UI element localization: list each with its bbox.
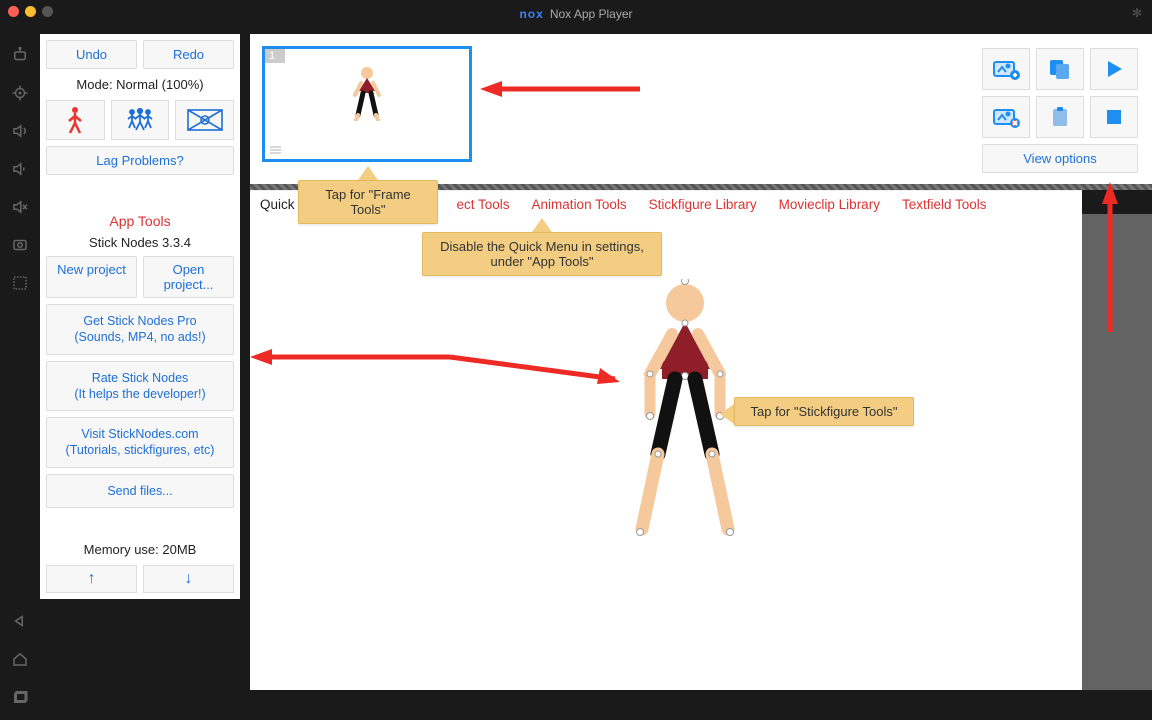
tooltip-stickfigure: Tap for "Stickfigure Tools" — [734, 397, 914, 426]
scroll-up-button[interactable]: ↑ — [46, 565, 137, 593]
home-icon[interactable] — [11, 650, 29, 668]
volume-down-icon[interactable] — [11, 160, 29, 178]
close-icon[interactable] — [8, 6, 19, 17]
tab-project-tools[interactable]: ect Tools — [457, 197, 510, 212]
undo-button[interactable]: Undo — [46, 40, 137, 69]
tooltip-frame: Tap for "Frame Tools" — [298, 180, 438, 224]
tab-quick-menu[interactable]: Quick — [260, 197, 295, 212]
mode-group[interactable] — [111, 100, 170, 140]
delete-frame-button[interactable] — [982, 96, 1030, 138]
robot-icon[interactable] — [11, 46, 29, 64]
settings-icon[interactable]: ✻ — [1132, 6, 1142, 20]
recents-icon[interactable] — [11, 688, 29, 706]
tab-animation-tools[interactable]: Animation Tools — [532, 197, 627, 212]
left-panel: Undo Redo Mode: Normal (100%) — [40, 34, 240, 599]
right-controls: View options — [982, 48, 1144, 173]
open-project-button[interactable]: Open project... — [143, 256, 234, 298]
frame-menu-icon[interactable] — [269, 145, 285, 155]
version-label: Stick Nodes 3.3.4 — [46, 235, 234, 250]
annotation-arrow — [1100, 182, 1120, 332]
mode-camera[interactable] — [175, 100, 234, 140]
frame-number: 1 — [265, 49, 285, 63]
screenshot-icon[interactable] — [11, 236, 29, 254]
mode-stickfigure[interactable] — [46, 100, 105, 140]
get-pro-button[interactable]: Get Stick Nodes Pro (Sounds, MP4, no ads… — [46, 304, 234, 355]
crop-icon[interactable] — [11, 274, 29, 292]
annotation-arrow — [480, 79, 640, 99]
new-project-button[interactable]: New project — [46, 256, 137, 298]
frame-thumbnail[interactable]: 1 — [262, 46, 472, 162]
mode-label: Mode: Normal (100%) — [46, 75, 234, 94]
brand-logo: nox — [519, 7, 543, 21]
stop-button[interactable] — [1090, 96, 1138, 138]
tooltip-quickmenu: Disable the Quick Menu in settings, unde… — [422, 232, 662, 276]
location-icon[interactable] — [11, 84, 29, 102]
tip-arrow — [358, 166, 378, 180]
send-files-button[interactable]: Send files... — [46, 474, 234, 508]
tip-arrow — [720, 404, 734, 424]
frame-preview — [347, 65, 387, 121]
copy-button[interactable] — [1036, 48, 1084, 90]
lag-button[interactable]: Lag Problems? — [46, 146, 234, 175]
visit-site-button[interactable]: Visit StickNodes.com (Tutorials, stickfi… — [46, 417, 234, 468]
add-frame-button[interactable] — [982, 48, 1030, 90]
annotation-arrow — [250, 344, 620, 384]
play-button[interactable] — [1090, 48, 1138, 90]
volume-mute-icon[interactable] — [11, 198, 29, 216]
titlebar: nox Nox App Player ✻ — [0, 0, 1152, 28]
back-icon[interactable] — [11, 612, 29, 630]
minimize-icon[interactable] — [25, 6, 36, 17]
tab-movieclip-library[interactable]: Movieclip Library — [779, 197, 880, 212]
emulator-sidebar — [0, 28, 40, 720]
memory-label: Memory use: 20MB — [46, 540, 234, 559]
volume-up-icon[interactable] — [11, 122, 29, 140]
scroll-down-button[interactable]: ↓ — [143, 565, 234, 593]
redo-button[interactable]: Redo — [143, 40, 234, 69]
window-title: Nox App Player — [550, 7, 633, 21]
tab-textfield-tools[interactable]: Textfield Tools — [902, 197, 987, 212]
tab-stickfigure-library[interactable]: Stickfigure Library — [649, 197, 757, 212]
window-controls[interactable] — [8, 6, 53, 17]
paste-button[interactable] — [1036, 96, 1084, 138]
view-options-button[interactable]: View options — [982, 144, 1138, 173]
rate-button[interactable]: Rate Stick Nodes (It helps the developer… — [46, 361, 234, 412]
apptools-header: App Tools — [46, 213, 234, 229]
maximize-icon[interactable] — [42, 6, 53, 17]
tip-arrow — [532, 218, 552, 232]
